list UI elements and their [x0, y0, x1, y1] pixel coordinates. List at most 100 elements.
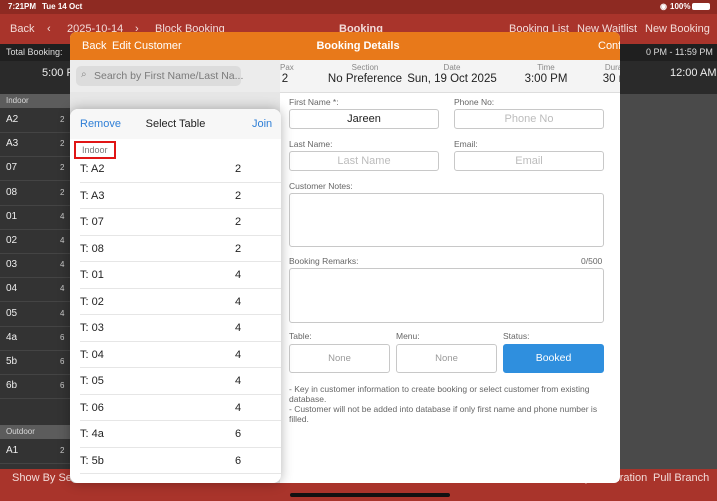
table-label: Table: [289, 331, 312, 341]
table-capacity: 4 [60, 236, 65, 245]
table-option-name: T: A3 [80, 189, 105, 202]
pull-branch-button[interactable]: Pull Branch [653, 472, 709, 484]
modal-header: Back Edit Customer Booking Details Confi… [70, 32, 620, 60]
background-table-row[interactable]: 08 2 [0, 181, 72, 206]
email-input[interactable]: Email [454, 151, 604, 171]
table-option-name: T: 01 [80, 269, 104, 281]
table-option-row[interactable]: T: 02 4 [80, 289, 281, 315]
menu-select[interactable]: None [396, 344, 497, 373]
note-1: - Key in customer information to create … [289, 384, 590, 404]
background-table-row[interactable]: 02 4 [0, 229, 72, 254]
note-2: - Customer will not be added into databa… [289, 404, 598, 424]
table-option-row[interactable]: T: A2 2 [80, 156, 281, 183]
table-option-capacity: 6 [235, 428, 242, 440]
timeline-grid [620, 94, 717, 469]
background-table-row[interactable]: A3 2 [0, 132, 72, 158]
table-option-capacity: 2 [235, 216, 242, 228]
phone-input[interactable]: Phone No [454, 109, 604, 129]
background-table-row[interactable]: 07 2 [0, 156, 72, 182]
popover-title: Select Table [145, 118, 206, 130]
table-name: 05 [6, 307, 18, 319]
booking-remarks-input[interactable] [289, 268, 604, 323]
join-button[interactable]: Join [252, 118, 272, 130]
table-option-name: T: 5b [80, 454, 104, 467]
booking-summary: Pax 2 Section No Preference Date Sun, 19 Oc… [280, 60, 620, 93]
table-option-name: T: 06 [80, 401, 104, 414]
new-booking-button[interactable]: New Booking [645, 23, 710, 35]
phone-label: Phone No: [454, 97, 495, 107]
battery-label: 100% [670, 2, 691, 11]
search-input[interactable]: ⌕ Search by First Name/Last Na... [76, 66, 244, 86]
table-option-row[interactable]: T: 04 4 [80, 342, 281, 368]
form-notes: - Key in customer information to create … [289, 384, 609, 424]
table-option-capacity: 4 [235, 269, 242, 281]
background-table-row[interactable]: A2 2 [0, 108, 72, 133]
last-name-input[interactable]: Last Name [289, 151, 439, 171]
status-booked-button[interactable]: Booked [503, 344, 604, 373]
table-name: 03 [6, 259, 18, 271]
summary-time[interactable]: Time 3:00 PM [506, 63, 586, 85]
table-name: 04 [6, 283, 18, 295]
table-option-capacity: 4 [235, 348, 242, 361]
table-option-capacity: 4 [235, 322, 242, 334]
background-table-row[interactable]: 4a 6 [0, 326, 72, 351]
table-option-name: T: 4a [80, 428, 104, 440]
background-table-list: Indoor A2 2 A3 2 07 2 08 2 01 4 02 4 03 4 04 4 05 4 4a 6 5b 6… [0, 94, 72, 469]
timeline-end-label: 12:00 AM [670, 67, 717, 79]
section-header-outdoor: Outdoor [0, 425, 72, 439]
table-option-capacity: 6 [235, 454, 242, 467]
table-capacity: 6 [60, 357, 65, 366]
chevron-left-icon[interactable]: ‹ [47, 23, 51, 35]
customer-notes-input[interactable] [289, 193, 604, 247]
status-bar: 7:21PM Tue 14 Oct ◉ 100% [0, 0, 717, 14]
table-option-row[interactable]: T: 01 4 [80, 262, 281, 289]
total-booking-label: Total Booking: [6, 47, 63, 57]
table-name: 6b [6, 380, 18, 392]
summary-date[interactable]: Date Sun, 19 Oct 2025 [387, 63, 517, 85]
table-option-row[interactable]: T: 5b 6 [80, 448, 281, 474]
table-capacity: 6 [60, 332, 65, 342]
first-name-input[interactable]: Jareen [289, 109, 439, 129]
background-table-row[interactable]: 01 4 [0, 205, 72, 230]
background-table-row[interactable]: 6b 6 [0, 374, 72, 400]
table-name: A2 [6, 114, 19, 125]
summary-pax[interactable]: Pax 2 [280, 63, 294, 85]
status-date: Tue 14 Oct [42, 2, 83, 11]
table-option-name: T: 07 [80, 216, 104, 228]
summary-duration[interactable]: Duration30 min [580, 63, 620, 85]
search-placeholder: Search by First Name/Last Na... [94, 70, 244, 82]
background-table-row[interactable]: 04 4 [0, 277, 72, 303]
table-option-row[interactable]: T: 4a 6 [80, 421, 281, 448]
table-option-name: T: 04 [80, 348, 104, 361]
table-option-capacity: 2 [235, 242, 242, 255]
background-table-row[interactable]: 03 4 [0, 253, 72, 279]
table-option-capacity: 4 [235, 375, 242, 387]
table-capacity: 2 [60, 163, 65, 173]
table-option-row[interactable]: T: 08 2 [80, 236, 281, 262]
table-name: 01 [6, 210, 18, 222]
modal-title: Booking Details [316, 40, 400, 52]
table-option-row[interactable]: T: 03 4 [80, 315, 281, 342]
confirm-button[interactable]: Confirm [598, 40, 620, 52]
table-option-name: T: 03 [80, 322, 104, 334]
table-option-name: T: A2 [80, 163, 105, 175]
back-button[interactable]: Back [10, 23, 34, 35]
table-capacity: 2 [60, 187, 65, 197]
background-table-row[interactable]: A1 2 [0, 439, 72, 464]
table-capacity: 6 [60, 381, 65, 391]
table-name: A3 [6, 138, 19, 150]
background-table-row[interactable]: 05 4 [0, 302, 72, 327]
show-by-button[interactable]: Show By Sea [12, 472, 78, 484]
table-option-row[interactable]: T: 06 4 [80, 395, 281, 421]
table-option-row[interactable]: T: 07 2 [80, 209, 281, 236]
table-option-row[interactable]: T: 05 4 [80, 368, 281, 395]
table-capacity: 2 [60, 115, 65, 124]
table-option-capacity: 2 [235, 189, 242, 202]
remarks-counter: 0/500 [581, 256, 603, 266]
email-label: Email: [454, 139, 478, 149]
table-option-row[interactable]: T: A3 2 [80, 183, 281, 209]
table-name: 08 [6, 186, 18, 198]
table-select[interactable]: None [289, 344, 390, 373]
table-capacity: 2 [60, 139, 65, 149]
background-table-row[interactable]: 5b 6 [0, 350, 72, 375]
